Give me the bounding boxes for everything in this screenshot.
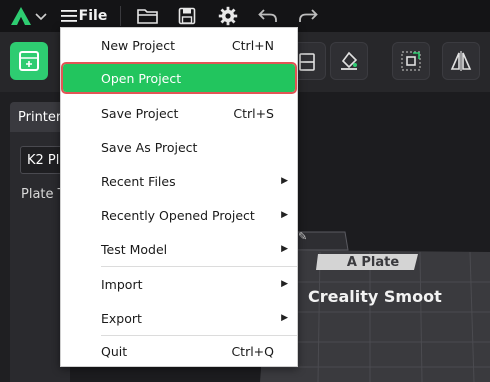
edit-icon[interactable]: ✎ bbox=[298, 230, 307, 243]
submenu-arrow-icon: ▶ bbox=[281, 210, 288, 220]
menu-item-shortcut: Ctrl+Q bbox=[231, 343, 274, 359]
plate-type-label: Plate T bbox=[21, 187, 66, 202]
redo-icon[interactable] bbox=[296, 0, 320, 32]
menu-item-label: Open Project bbox=[101, 70, 182, 86]
menu-item-recently-opened-project[interactable]: Recently Opened Project ▶ bbox=[61, 198, 299, 232]
menu-item-label: Recent Files bbox=[101, 173, 176, 189]
mirror-tool-button[interactable] bbox=[442, 42, 480, 80]
bed-label: Creality Smoot bbox=[308, 287, 442, 306]
file-menu: New Project Ctrl+N Open Project Save Pro… bbox=[60, 27, 298, 367]
menu-item-label: New Project bbox=[101, 37, 176, 53]
menu-item-open-project[interactable]: Open Project bbox=[61, 62, 297, 94]
arrange-tool-button[interactable] bbox=[392, 42, 430, 80]
add-plate-icon bbox=[19, 51, 39, 71]
menubar-divider bbox=[120, 6, 121, 26]
submenu-arrow-icon: ▶ bbox=[281, 313, 288, 323]
menu-item-save-as-project[interactable]: Save As Project bbox=[61, 130, 299, 164]
menu-item-label: Quit bbox=[101, 343, 128, 359]
submenu-arrow-icon: ▶ bbox=[281, 279, 288, 289]
menu-item-import[interactable]: Import ▶ bbox=[61, 267, 299, 301]
menu-item-shortcut: Ctrl+S bbox=[233, 105, 274, 121]
paint-icon bbox=[341, 51, 358, 70]
menu-item-recent-files[interactable]: Recent Files ▶ bbox=[61, 164, 299, 198]
menu-item-label: Save As Project bbox=[101, 139, 198, 155]
menu-item-label: Import bbox=[101, 276, 143, 292]
menu-item-shortcut: Ctrl+N bbox=[231, 37, 274, 53]
menu-item-label: Save Project bbox=[101, 105, 179, 121]
menu-item-label: Export bbox=[101, 310, 142, 326]
add-plate-button[interactable] bbox=[10, 42, 48, 80]
file-menu-label: File bbox=[78, 8, 108, 24]
arrange-icon bbox=[401, 51, 421, 71]
menu-item-test-model[interactable]: Test Model ▶ bbox=[61, 232, 299, 266]
menu-item-new-project[interactable]: New Project Ctrl+N bbox=[61, 28, 299, 62]
logo-icon[interactable] bbox=[8, 0, 34, 32]
paint-tool-button[interactable] bbox=[330, 42, 368, 80]
menu-item-label: Recently Opened Project bbox=[101, 207, 255, 223]
plate-name-tag[interactable]: A Plate bbox=[336, 255, 410, 270]
menu-item-label: Test Model bbox=[101, 241, 168, 257]
menu-item-save-project[interactable]: Save Project Ctrl+S bbox=[61, 96, 299, 130]
object-icon bbox=[299, 53, 315, 71]
submenu-arrow-icon: ▶ bbox=[281, 176, 288, 186]
mirror-icon bbox=[450, 51, 472, 71]
submenu-arrow-icon: ▶ bbox=[281, 244, 288, 254]
chevron-down-icon[interactable] bbox=[34, 0, 48, 32]
menu-item-quit[interactable]: Quit Ctrl+Q bbox=[61, 334, 299, 368]
menu-item-export[interactable]: Export ▶ bbox=[61, 301, 299, 335]
